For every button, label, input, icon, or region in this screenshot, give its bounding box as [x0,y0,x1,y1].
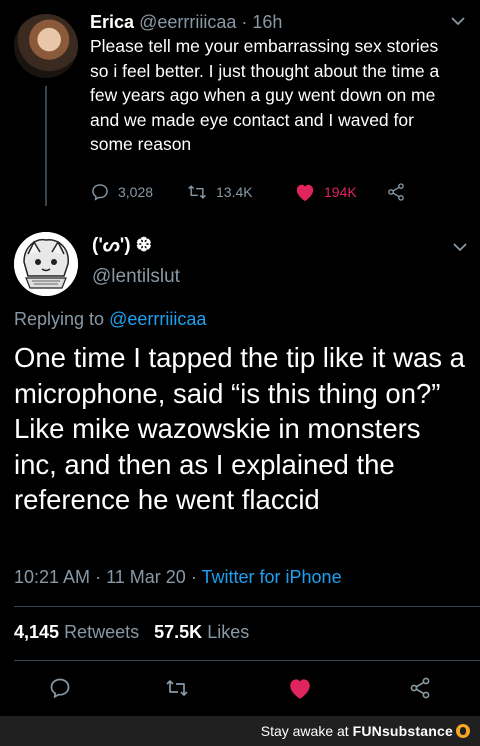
retweet-icon [166,680,188,696]
share-icon [410,677,430,699]
likes-count: 57.5K [154,622,203,642]
reply-button[interactable]: 3,028 [90,182,186,202]
retweet-button[interactable]: 13.4K [186,182,294,202]
reply-count: 3,028 [118,184,154,200]
thread-line [45,86,47,206]
heart-icon [296,184,314,202]
retweets-count: 4,145 [14,622,60,642]
separator: · [241,12,248,32]
replying-prefix: Replying to [14,309,110,329]
reply-icon [92,184,108,201]
heart-icon [290,679,310,699]
like-button[interactable] [287,676,313,700]
tweet-metadata: 10:21 AM · 11 Mar 20 · Twitter for iPhon… [14,567,342,588]
tweet-age[interactable]: 16h [252,12,282,32]
author-handle[interactable]: @lentilslut [92,266,180,288]
share-button[interactable] [408,676,432,700]
reply-text: One time I tapped the tip like it was a … [14,342,465,515]
chevron-down-icon[interactable] [450,16,466,26]
avatar[interactable] [14,232,78,296]
share-icon [388,183,404,201]
divider [14,660,480,661]
like-count: 194K [324,184,357,200]
retweet-button[interactable] [164,676,190,700]
retweet-icon [188,185,206,199]
author-handle[interactable]: @eerrriiicaa [139,12,236,32]
watermark-prefix: Stay awake at [260,723,353,739]
watermark-footer: Stay awake at FUNsubstance [0,716,480,746]
brand-fun: FUN [352,723,382,739]
like-button[interactable]: 194K [294,182,386,202]
avatar[interactable] [14,14,78,78]
chevron-down-icon[interactable] [452,242,468,252]
brand-logo-icon [456,724,470,738]
separator: · [190,567,197,587]
likes-stat[interactable]: 57.5K Likes [154,622,249,642]
share-button[interactable] [386,182,406,202]
reply-button[interactable] [48,676,72,700]
tweet-time[interactable]: 10:21 AM [14,567,90,587]
retweets-stat[interactable]: 4,145 Retweets [14,622,139,642]
engagement-stats: 4,145 Retweets 57.5K Likes [14,622,249,643]
retweet-count: 13.4K [216,184,253,200]
tweet-text: Please tell me your embarrassing sex sto… [90,36,440,154]
reply-icon [50,678,70,699]
watermark-text: Stay awake at FUNsubstance [261,723,470,739]
tweet-actions: 3,028 13.4K 194K [90,180,406,204]
mention-link[interactable]: @eerrriiicaa [109,309,206,329]
retweets-label: Retweets [64,622,140,642]
author-name[interactable]: ('ᔕ') ❆ [92,234,152,257]
replying-to: Replying to @eerrriiicaa [14,309,206,330]
cartoon-avatar-image [14,232,78,296]
likes-label: Likes [207,622,250,642]
tweet-date[interactable]: 11 Mar 20 [106,567,186,587]
author-name[interactable]: Erica [90,12,134,32]
original-tweet[interactable]: Erica @eerrriiicaa · 16h Please tell me … [0,0,480,212]
brand-substance: substance [381,723,453,739]
tweet-header: Erica @eerrriiicaa · 16h [90,10,282,34]
separator: · [95,567,102,587]
brand-name[interactable]: FUNsubstance [353,723,453,739]
divider [14,606,480,607]
tweet-source[interactable]: Twitter for iPhone [202,567,342,587]
